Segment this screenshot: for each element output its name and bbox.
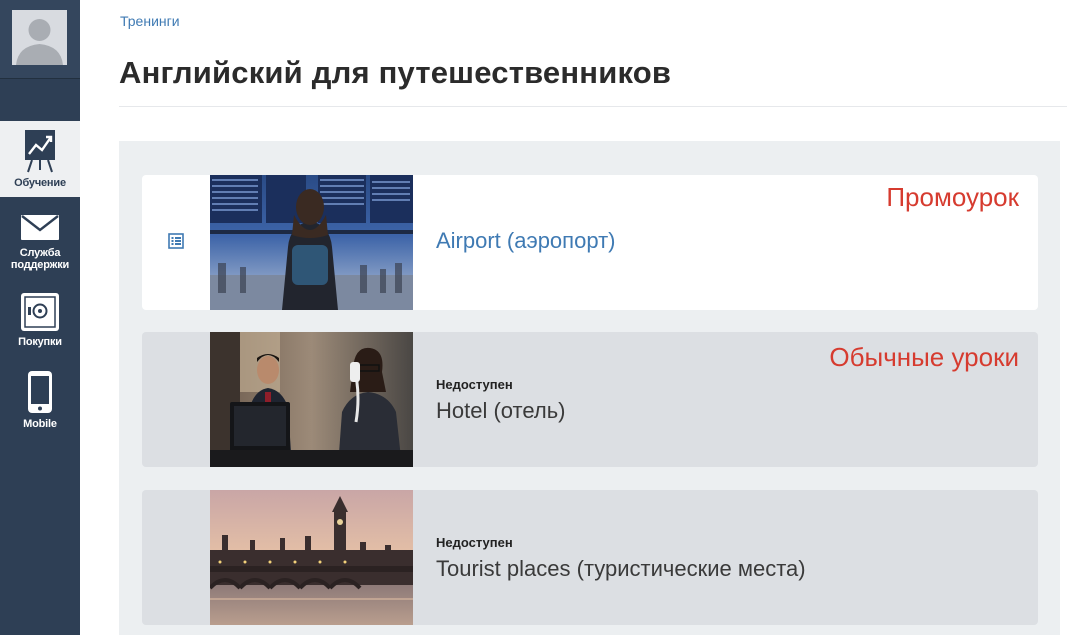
lesson-title: Tourist places (туристические места) xyxy=(436,556,806,581)
user-avatar-icon xyxy=(12,10,67,65)
sidebar-item-label: Служба поддержки xyxy=(10,247,70,271)
lesson-card-airport[interactable]: Airport (аэропорт) Промоурок xyxy=(142,175,1038,310)
lesson-card-hotel: Недоступен Hotel (отель) Обычные уроки xyxy=(142,332,1038,467)
lesson-thumbnail-hotel xyxy=(210,332,413,467)
lesson-title[interactable]: Airport (аэропорт) xyxy=(436,228,615,254)
lesson-title: Hotel (отель) xyxy=(436,398,566,423)
page-title: Английский для путешественников xyxy=(119,55,672,90)
sidebar-item-mobile[interactable]: Mobile xyxy=(0,368,80,438)
envelope-icon xyxy=(21,215,59,240)
lesson-thumbnail-tourist-places xyxy=(210,490,413,625)
smartphone-icon xyxy=(28,371,52,413)
safe-icon xyxy=(21,293,59,331)
sidebar-item-label: Покупки xyxy=(18,336,62,348)
sidebar: Обучение Служба поддержки Покупки Mobile xyxy=(0,0,80,635)
lesson-thumbnail-airport xyxy=(210,175,413,310)
sidebar-item-learning[interactable]: Обучение xyxy=(0,121,80,197)
sidebar-item-support[interactable]: Служба поддержки xyxy=(0,205,80,281)
list-icon xyxy=(168,233,184,249)
breadcrumb-trainings[interactable]: Тренинги xyxy=(120,13,180,29)
sidebar-item-purchases[interactable]: Покупки xyxy=(0,288,80,356)
lesson-status: Недоступен xyxy=(436,535,513,550)
promo-lesson-annotation: Промоурок xyxy=(886,182,1019,212)
chart-board-icon xyxy=(25,130,55,173)
regular-lessons-annotation: Обычные уроки xyxy=(829,342,1019,372)
lesson-status: Недоступен xyxy=(436,377,513,392)
divider xyxy=(119,106,1067,107)
sidebar-item-label: Обучение xyxy=(14,177,66,189)
sidebar-item-label: Mobile xyxy=(23,418,57,430)
lesson-card-tourist-places: Недоступен Tourist places (туристические… xyxy=(142,490,1038,625)
avatar[interactable] xyxy=(0,0,80,79)
